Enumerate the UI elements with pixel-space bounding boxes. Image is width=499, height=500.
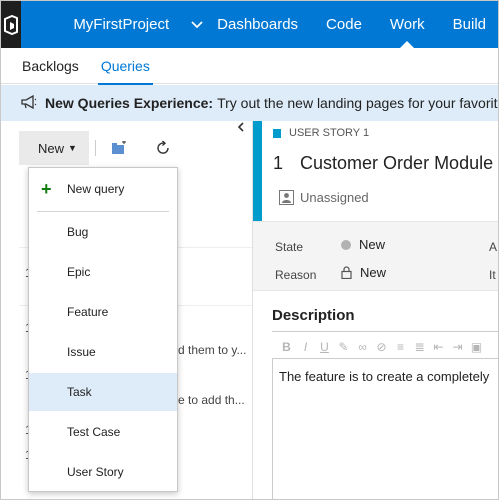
work-item-title-text: Customer Order Module xyxy=(300,153,494,173)
new-button[interactable]: New ▼ xyxy=(19,131,89,165)
format-painter-icon[interactable]: ✎ xyxy=(334,340,353,354)
app-window: MyFirstProject Dashboards Code Work Buil… xyxy=(0,0,499,500)
reason-label: Reason xyxy=(275,268,317,282)
menu-item-label: New query xyxy=(67,182,125,196)
queries-toolbar: New ▼ xyxy=(19,131,199,165)
nav-work[interactable]: Work xyxy=(376,1,439,48)
announcement-banner: New Queries Experience: Try out the new … xyxy=(1,85,499,121)
italic-icon[interactable]: I xyxy=(296,340,315,354)
nav-build[interactable]: Build xyxy=(439,1,498,48)
background-text: e to add th... xyxy=(178,393,245,407)
vsts-logo-icon[interactable] xyxy=(1,1,22,48)
menu-divider xyxy=(37,211,169,212)
work-item-form: USER STORY 1 1 Customer Order Module Una… xyxy=(253,121,498,499)
person-icon xyxy=(279,190,294,205)
banner-message: Try out the new landing pages for your f… xyxy=(217,95,499,111)
image-icon[interactable]: ▣ xyxy=(467,340,486,354)
outdent-icon[interactable]: ⇤ xyxy=(429,340,448,354)
reason-field[interactable]: New xyxy=(341,265,386,280)
state-value: New xyxy=(359,237,386,252)
plus-icon: + xyxy=(41,178,52,199)
indent-icon[interactable]: ⇥ xyxy=(448,340,467,354)
formatting-toolbar: B I U ✎ ∞ ⊘ ≡ ≣ ⇤ ⇥ ▣ xyxy=(277,340,486,354)
state-dot-icon xyxy=(341,239,351,250)
megaphone-icon xyxy=(20,94,37,112)
assignee-value: Unassigned xyxy=(300,190,369,205)
work-item-id: 1 xyxy=(273,153,284,173)
toolbar-divider xyxy=(94,140,96,156)
unlink-icon[interactable]: ⊘ xyxy=(372,340,391,354)
new-button-label: New xyxy=(38,140,65,156)
work-item-type: USER STORY 1 xyxy=(273,127,369,139)
link-icon[interactable]: ∞ xyxy=(353,340,372,354)
menu-item-epic[interactable]: Epic xyxy=(29,253,177,291)
field-label-truncated: A xyxy=(489,240,498,254)
tab-queries[interactable]: Queries xyxy=(90,48,161,85)
bold-icon[interactable]: B xyxy=(277,340,296,354)
menu-item-new-query[interactable]: + New query xyxy=(29,170,177,208)
chevron-down-icon xyxy=(191,16,203,33)
new-dropdown-menu: + New query Bug Epic Feature Issue Task … xyxy=(28,167,178,492)
work-item-title[interactable]: 1 Customer Order Module xyxy=(273,153,493,174)
tab-backlogs[interactable]: Backlogs xyxy=(1,48,90,84)
new-folder-icon[interactable] xyxy=(111,141,127,155)
banner-title: New Queries Experience: xyxy=(45,95,214,111)
nav-dashboards[interactable]: Dashboards xyxy=(203,1,312,48)
refresh-icon[interactable] xyxy=(155,140,171,156)
description-heading: Description xyxy=(272,307,355,324)
chevron-left-icon[interactable] xyxy=(237,121,245,135)
menu-item-feature[interactable]: Feature xyxy=(29,293,177,331)
lock-icon xyxy=(341,266,352,279)
reason-value: New xyxy=(360,265,387,280)
caret-down-icon: ▼ xyxy=(68,143,77,153)
menu-item-task[interactable]: Task xyxy=(29,373,177,411)
project-name: MyFirstProject xyxy=(73,16,170,33)
underline-icon[interactable]: U xyxy=(315,340,334,354)
numbered-list-icon[interactable]: ≣ xyxy=(410,340,429,354)
state-field[interactable]: New xyxy=(341,237,385,252)
menu-item-bug[interactable]: Bug xyxy=(29,213,177,251)
user-story-icon xyxy=(273,128,281,138)
menu-item-issue[interactable]: Issue xyxy=(29,333,177,371)
sub-navigation: Backlogs Queries xyxy=(1,48,498,85)
assignee-field[interactable]: Unassigned xyxy=(279,190,369,205)
description-editor[interactable]: The feature is to create a completely xyxy=(272,358,498,499)
menu-item-user-story[interactable]: User Story xyxy=(29,453,177,491)
project-selector[interactable]: MyFirstProject xyxy=(21,1,203,48)
top-navigation-bar: MyFirstProject Dashboards Code Work Buil… xyxy=(1,1,498,48)
work-item-type-accent xyxy=(253,121,262,221)
bullet-list-icon[interactable]: ≡ xyxy=(391,340,410,354)
work-item-type-label: USER STORY 1 xyxy=(289,127,370,139)
menu-item-test-case[interactable]: Test Case xyxy=(29,413,177,451)
nav-code[interactable]: Code xyxy=(312,1,376,48)
work-item-fields: State New Reason New A It xyxy=(253,221,498,291)
state-label: State xyxy=(275,240,304,254)
field-label-truncated: It xyxy=(489,268,496,282)
background-text: d them to y... xyxy=(178,343,247,357)
divider xyxy=(272,331,498,332)
